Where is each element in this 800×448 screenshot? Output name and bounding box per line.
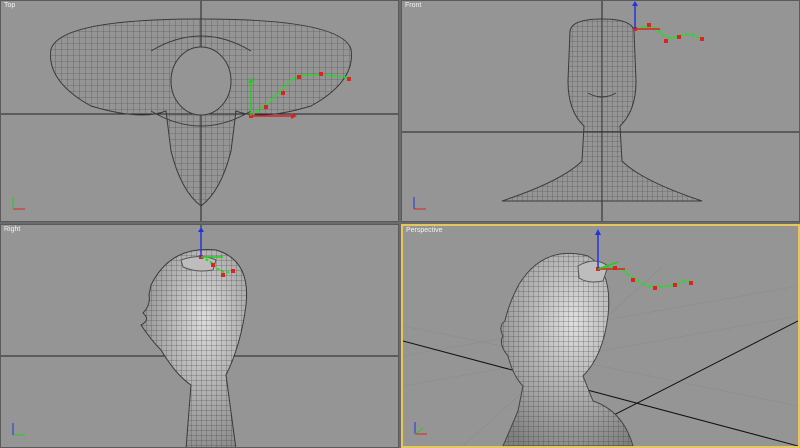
viewport-top[interactable]: Top [0,0,399,222]
axis-tripod-icon [413,197,426,210]
spline-curve-perspective [597,266,694,288]
viewport-perspective[interactable]: Perspective [401,224,800,448]
move-gizmo-icon [632,1,660,30]
head-mesh-front [501,18,703,202]
axis-tripod-icon [12,197,25,210]
spline-vertices-front [633,23,704,43]
axis-tripod-icon [12,423,25,436]
viewport-right-scene [1,225,398,447]
viewport-perspective-scene [403,229,798,446]
viewport-front-scene [402,1,799,221]
axis-tripod-icon [414,422,427,435]
viewport-top-scene [1,1,398,221]
viewport-front[interactable]: Front [401,0,800,222]
viewport-right[interactable]: Right [0,224,399,448]
